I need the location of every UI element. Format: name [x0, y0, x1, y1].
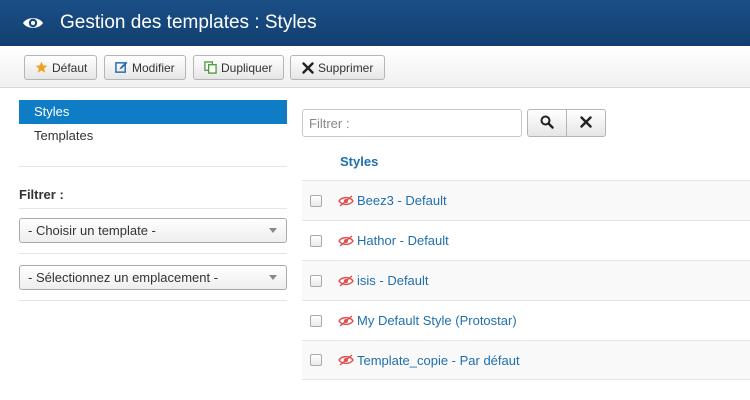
star-icon [35, 61, 48, 74]
default-button[interactable]: Défaut [24, 55, 97, 80]
divider [19, 166, 287, 167]
default-button-label: Défaut [52, 60, 88, 75]
chevron-down-icon [269, 275, 277, 280]
edit-button[interactable]: Modifier [104, 55, 186, 80]
eye-off-icon [338, 354, 354, 366]
column-header-styles[interactable]: Styles [340, 154, 378, 169]
table-row: Hathor - Default [302, 220, 750, 260]
sidebar-item-styles[interactable]: Styles [19, 100, 287, 124]
page-header: Gestion des templates : Styles [0, 0, 750, 46]
eye-off-icon [338, 314, 354, 327]
style-link[interactable]: My Default Style (Protostar) [357, 313, 517, 328]
divider [19, 208, 287, 209]
filter-title: Filtrer : [19, 187, 64, 202]
search-button[interactable] [527, 109, 567, 137]
position-select-value: - Sélectionnez un emplacement - [28, 270, 219, 285]
close-icon [580, 115, 592, 131]
eye-off-icon [338, 234, 354, 247]
duplicate-button-label: Dupliquer [221, 60, 273, 75]
page-title: Gestion des templates : Styles [60, 12, 317, 33]
edit-icon [115, 61, 128, 74]
sidebar-item-label: Styles [34, 104, 70, 119]
style-link[interactable]: isis - Default [357, 273, 429, 288]
search-input[interactable] [302, 109, 522, 137]
table-row: My Default Style (Protostar) [302, 300, 750, 340]
eye-off-icon [338, 274, 354, 287]
template-select-value: - Choisir un template - [28, 223, 156, 238]
style-link[interactable]: Template_copie - Par défaut [357, 353, 520, 368]
edit-button-label: Modifier [132, 60, 175, 75]
table-row: isis - Default [302, 260, 750, 300]
row-checkbox[interactable] [310, 194, 322, 207]
toolbar: Défaut Modifier Dupliquer Supprimer [0, 46, 750, 88]
row-checkbox[interactable] [310, 234, 322, 247]
close-icon [301, 61, 314, 74]
template-select[interactable]: - Choisir un template - [19, 218, 287, 243]
divider [19, 300, 287, 301]
eye-off-icon [338, 194, 354, 207]
style-link[interactable]: Hathor - Default [357, 233, 449, 248]
divider [19, 253, 287, 254]
table-row: Beez3 - Default [302, 180, 750, 220]
table-row: Template_copie - Par défaut [302, 340, 750, 380]
delete-button-label: Supprimer [318, 60, 374, 75]
chevron-down-icon [269, 228, 277, 233]
style-link[interactable]: Beez3 - Default [357, 193, 447, 208]
sidebar-item-templates[interactable]: Templates [19, 124, 287, 148]
eye-icon [22, 12, 44, 34]
delete-button[interactable]: Supprimer [290, 55, 385, 80]
row-checkbox[interactable] [310, 314, 322, 327]
search-icon [540, 115, 554, 132]
row-checkbox[interactable] [310, 354, 322, 366]
duplicate-button[interactable]: Dupliquer [193, 55, 284, 80]
sidebar-item-label: Templates [34, 128, 94, 143]
copy-icon [204, 61, 217, 74]
clear-search-button[interactable] [566, 109, 606, 137]
position-select[interactable]: - Sélectionnez un emplacement - [19, 265, 287, 290]
row-checkbox[interactable] [310, 274, 322, 287]
